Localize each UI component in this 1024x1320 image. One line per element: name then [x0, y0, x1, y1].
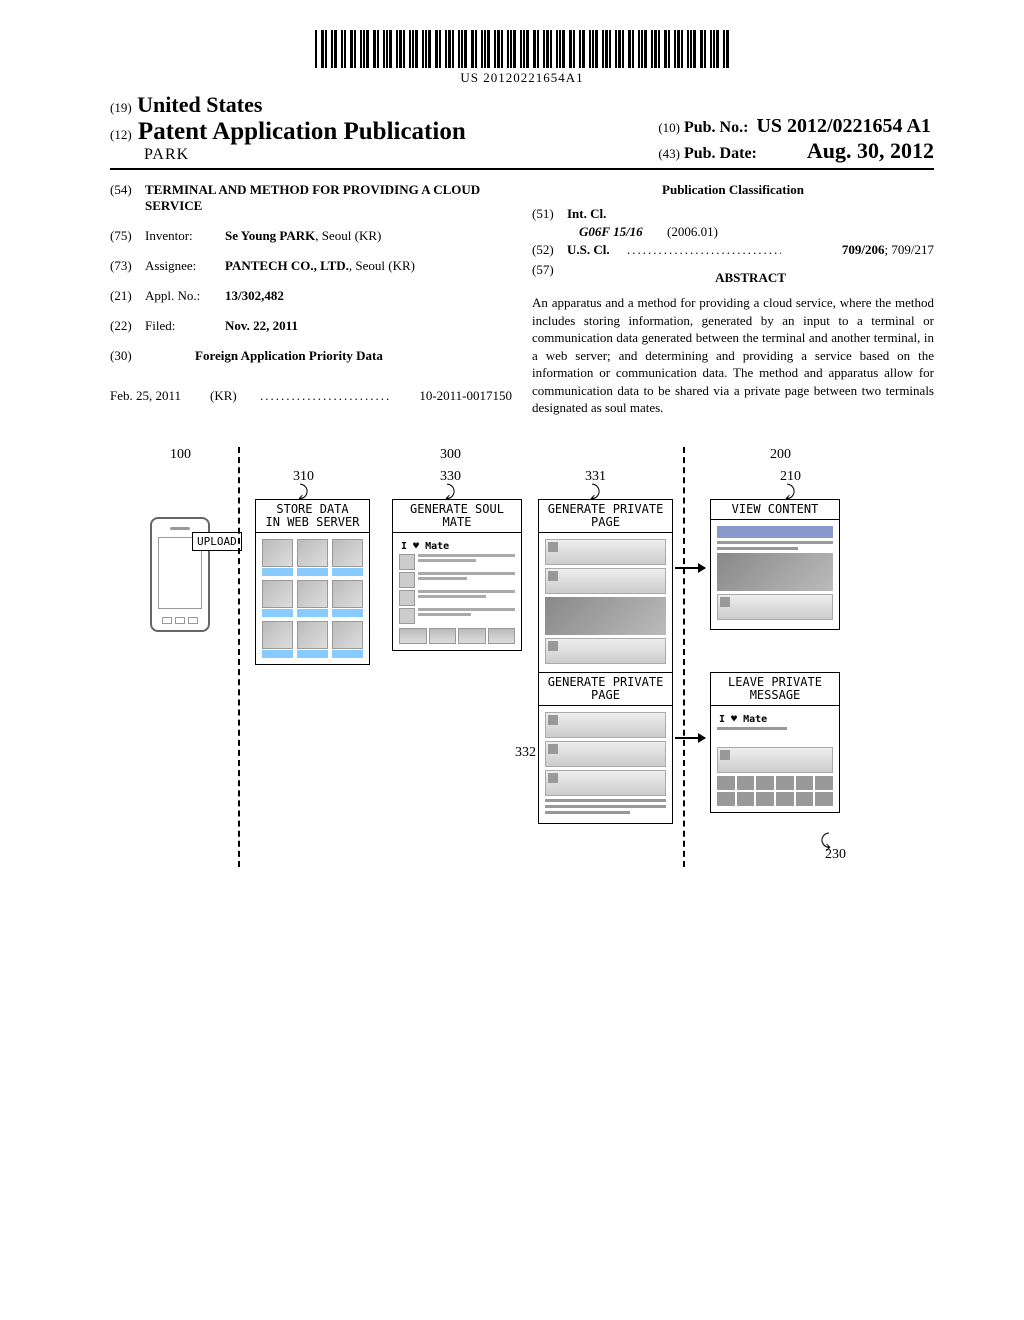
code-51: (51)	[532, 206, 567, 222]
box-330-title: GENERATE SOUL MATE	[393, 500, 521, 533]
pubdate: Aug. 30, 2012	[807, 138, 934, 163]
dashed-divider	[238, 447, 240, 867]
box-230-title: LEAVE PRIVATE MESSAGE	[711, 673, 839, 706]
pubno: US 2012/0221654 A1	[756, 115, 930, 137]
inventor-location: , Seoul (KR)	[315, 228, 381, 243]
filed-label: Filed:	[145, 318, 225, 334]
box-210-title: VIEW CONTENT	[711, 500, 839, 520]
box-230-header: I ♥ Mate	[717, 712, 833, 727]
assignee-location: , Seoul (KR)	[349, 258, 415, 273]
code-52: (52)	[532, 242, 567, 258]
foreign-app-number: 10-2011-0017150	[419, 388, 512, 404]
code-19: (19)	[110, 100, 132, 115]
intcl-date: (2006.01)	[667, 224, 718, 240]
header: (19) United States (12) Patent Applicati…	[110, 92, 934, 170]
barcode-number: US 20120221654A1	[315, 70, 729, 86]
code-30: (30)	[110, 348, 145, 374]
box-310-title: STORE DATA IN WEB SERVER	[256, 500, 369, 533]
code-54: (54)	[110, 182, 145, 214]
foreign-priority-header: Foreign Application Priority Data	[195, 348, 512, 364]
assignee-name: PANTECH CO., LTD.	[225, 258, 349, 273]
leader-icon: ⤹	[820, 831, 831, 852]
code-43: (43)	[658, 146, 680, 161]
box-331-title: GENERATE PRIVATE PAGE	[539, 500, 672, 533]
intcl-code: G06F 15/16	[567, 224, 667, 240]
leader-dots: ........................................…	[627, 242, 781, 258]
arrow-icon	[675, 737, 705, 739]
ref-332: 332	[515, 745, 536, 761]
barcode-graphic	[315, 30, 729, 68]
abstract-text: An apparatus and a method for providing …	[532, 294, 934, 417]
inventor-name: Se Young PARK	[225, 228, 315, 243]
upload-label: UPLOAD	[192, 532, 242, 551]
ref-200: 200	[770, 447, 791, 463]
code-75: (75)	[110, 228, 145, 244]
code-21: (21)	[110, 288, 145, 304]
foreign-country: (KR)	[210, 388, 260, 404]
ref-300: 300	[440, 447, 461, 463]
dashed-divider	[683, 447, 685, 867]
box-330: GENERATE SOUL MATE I ♥ Mate	[392, 499, 522, 651]
barcode-area: US 20120221654A1	[110, 30, 934, 87]
box-330-header: I ♥ Mate	[399, 539, 515, 554]
pubdate-label: Pub. Date:	[684, 145, 757, 162]
intcl-label: Int. Cl.	[567, 206, 606, 222]
code-22: (22)	[110, 318, 145, 334]
code-10: (10)	[658, 120, 680, 135]
uscl-primary: 709/206	[842, 242, 885, 257]
country: United States	[137, 92, 262, 117]
appl-number: 13/302,482	[225, 288, 512, 304]
box-210: VIEW CONTENT	[710, 499, 840, 630]
box-331: GENERATE PRIVATE PAGE	[538, 499, 673, 674]
figure: 100 300 200 310 ⤸ 330 ⤸ 331 ⤸ 210 ⤸ 332 …	[120, 447, 970, 877]
inventor-label: Inventor:	[145, 228, 225, 244]
leader-dots: .........................	[260, 388, 419, 404]
abstract-header: ABSTRACT	[567, 270, 934, 286]
filed-date: Nov. 22, 2011	[225, 318, 512, 334]
code-57: (57)	[532, 262, 567, 290]
box-310: STORE DATA IN WEB SERVER	[255, 499, 370, 665]
applicant-name: PARK	[110, 146, 466, 164]
doc-type: Patent Application Publication	[138, 118, 466, 145]
arrow-icon	[675, 567, 705, 569]
box-230: LEAVE PRIVATE MESSAGE I ♥ Mate	[710, 672, 840, 813]
assignee-label: Assignee:	[145, 258, 225, 274]
ref-100: 100	[170, 447, 191, 463]
code-12: (12)	[110, 127, 132, 142]
foreign-date: Feb. 25, 2011	[110, 388, 210, 404]
invention-title: TERMINAL AND METHOD FOR PROVIDING A CLOU…	[145, 182, 512, 214]
applno-label: Appl. No.:	[145, 288, 225, 304]
code-73: (73)	[110, 258, 145, 274]
bibliographic-data: (54) TERMINAL AND METHOD FOR PROVIDING A…	[110, 182, 934, 417]
pubno-label: Pub. No.:	[684, 119, 748, 136]
box-332: GENERATE PRIVATE PAGE	[538, 672, 673, 824]
box-332-title: GENERATE PRIVATE PAGE	[539, 673, 672, 706]
uscl-label: U.S. Cl.	[567, 242, 627, 258]
classification-header: Publication Classification	[532, 182, 934, 198]
